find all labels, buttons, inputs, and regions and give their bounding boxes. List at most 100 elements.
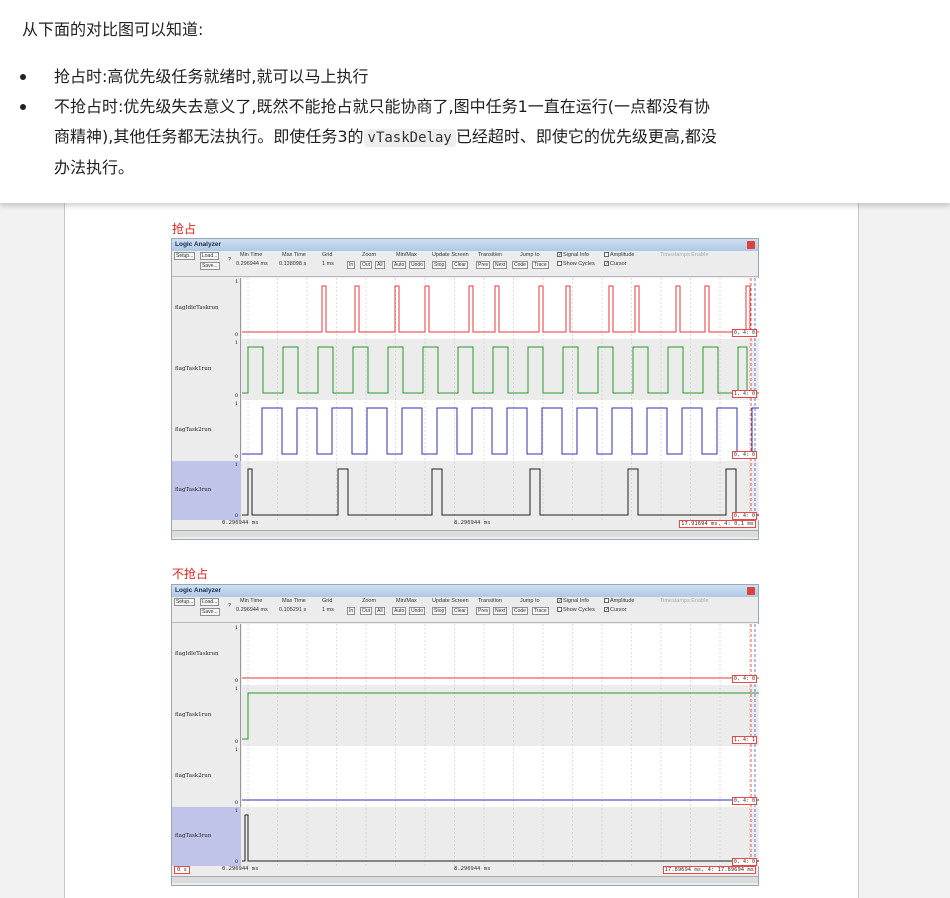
setup-button[interactable]: Setup... [174, 598, 196, 606]
signal-name: flagIdleTaskrun [175, 650, 219, 657]
horizontal-scrollbar[interactable] [172, 876, 758, 883]
setup-button[interactable]: Setup... [174, 252, 196, 260]
cursor-option-text: Cursor [610, 607, 627, 613]
signal-name: flagTask1run [175, 365, 212, 372]
grid-value: 1 ms [322, 261, 334, 267]
high-level-label: 1 [234, 401, 238, 407]
window-titlebar: Logic Analyzer [172, 239, 758, 251]
signal-name: flagTask2run [175, 772, 212, 779]
left-time-value: 0 s [174, 866, 190, 874]
save-button[interactable]: Save... [200, 608, 220, 616]
update-screen-label: Update Screen [432, 252, 469, 258]
signal-name: flagTask3run [175, 486, 212, 493]
low-level-label: 0 [234, 739, 238, 745]
prev-button[interactable]: Prev [476, 261, 491, 269]
stop-button[interactable]: Stop [432, 261, 447, 269]
close-icon[interactable] [747, 241, 755, 249]
undo-button[interactable]: Undo [409, 607, 425, 615]
next-button[interactable]: Next [493, 607, 508, 615]
signal-names: flagIdleTaskrun 1 0 flagTask1run 1 0 flagTask2… [172, 624, 241, 866]
code-button[interactable]: Code [512, 607, 528, 615]
auto-button[interactable]: Auto [392, 607, 407, 615]
cursor-mid-time: 8.296944 ms [454, 520, 491, 526]
lane-value-box: 1, 4: 1 [731, 736, 757, 744]
grid-label: Grid [322, 252, 333, 258]
zoom-out-button[interactable]: Out [360, 607, 373, 615]
lane-background [242, 400, 759, 461]
signal-lane-2[interactable]: flagTask1run 1 0 [172, 685, 241, 746]
amplitude-option-checkbox[interactable] [604, 252, 609, 258]
signal-lane-3[interactable]: flagTask2run 1 0 [172, 400, 241, 461]
signal-info-option[interactable]: ✓Signal Info [557, 598, 589, 604]
show-cycles-option-checkbox[interactable] [557, 261, 562, 267]
help-button[interactable]: ? [228, 603, 231, 609]
signal-lane-3[interactable]: flagTask2run 1 0 [172, 746, 241, 807]
cursor-option-checkbox[interactable]: ✓ [604, 261, 609, 267]
signal-lane-1[interactable]: flagIdleTaskrun 1 0 [172, 624, 241, 685]
code-button[interactable]: Code [512, 261, 528, 269]
max-time-label: Max Time [282, 252, 306, 258]
cursor-option-checkbox[interactable]: ✓ [604, 607, 609, 613]
high-level-label: 1 [234, 625, 238, 631]
update-screen-label: Update Screen [432, 598, 469, 604]
zoom-all-button[interactable]: All [375, 261, 385, 269]
signal-info-option-checkbox[interactable]: ✓ [557, 252, 562, 258]
show-cycles-option[interactable]: Show Cycles [557, 261, 595, 267]
window-title: Logic Analyzer [175, 587, 221, 594]
signal-name: flagTask2run [175, 426, 212, 433]
load-button[interactable]: Load... [200, 598, 220, 606]
clear-button[interactable]: Clear [452, 261, 468, 269]
trace-button[interactable]: Trace [532, 261, 549, 269]
signal-lane-1[interactable]: flagIdleTaskrun 1 0 [172, 278, 241, 339]
zoom-out-button[interactable]: Out [360, 261, 373, 269]
lane-background [242, 278, 759, 339]
cursor-left-time: 0.296944 ms [222, 866, 259, 872]
next-button[interactable]: Next [493, 261, 508, 269]
amplitude-option-checkbox[interactable] [604, 598, 609, 604]
bullet-line-2-post: 已经超时、即使它的优先级更高,都没 [455, 127, 717, 146]
amplitude-option[interactable]: Amplitude [604, 598, 634, 604]
high-level-label: 1 [234, 340, 238, 346]
jump-to-label: Jump to [520, 598, 540, 604]
timestamps-option: Timestamps Enable [660, 252, 709, 258]
lane-background [242, 807, 759, 866]
min-time-value: 0.296944 ms [236, 261, 268, 267]
bullet-line-2: 商精神),其他任务都无法执行。即使任务3的 vTaskDelay 已经超时、即使它的… [40, 122, 940, 153]
help-button[interactable]: ? [228, 257, 231, 263]
prev-button[interactable]: Prev [476, 607, 491, 615]
auto-button[interactable]: Auto [392, 261, 407, 269]
show-cycles-option-checkbox[interactable] [557, 607, 562, 613]
high-level-label: 1 [234, 686, 238, 692]
signal-info-option[interactable]: ✓Signal Info [557, 252, 589, 258]
show-cycles-option[interactable]: Show Cycles [557, 607, 595, 613]
load-button[interactable]: Load... [200, 252, 220, 260]
trace-button[interactable]: Trace [532, 607, 549, 615]
horizontal-scrollbar[interactable] [172, 530, 758, 537]
signal-info-option-checkbox[interactable]: ✓ [557, 598, 562, 604]
waveform-svg [242, 624, 759, 866]
waveform-area: 0, 4: 0 1, 4: 0 0, 4: 0 0, 4: 0 [242, 278, 759, 520]
signal-lane-4[interactable]: flagTask3run 1 0 [172, 461, 241, 520]
cursor-option-text: Cursor [610, 261, 627, 267]
save-button[interactable]: Save... [200, 262, 220, 270]
signal-lane-4[interactable]: flagTask3run 1 0 [172, 807, 241, 866]
close-icon[interactable] [747, 587, 755, 595]
clear-button[interactable]: Clear [452, 607, 468, 615]
high-level-label: 1 [234, 462, 238, 468]
cursor-option[interactable]: ✓Cursor [604, 261, 627, 267]
show-cycles-option-text: Show Cycles [563, 261, 595, 267]
cursor-option[interactable]: ✓Cursor [604, 607, 627, 613]
zoom-in-button[interactable]: In [347, 607, 356, 615]
bullet-text: 抢占时:高优先级任务就绪时,就可以马上执行 [54, 67, 369, 86]
zoom-all-button[interactable]: All [375, 607, 385, 615]
window-titlebar: Logic Analyzer [172, 585, 758, 597]
stop-button[interactable]: Stop [432, 607, 447, 615]
bullet-line-2-pre: 商精神),其他任务都无法执行。即使任务3的 [54, 127, 364, 146]
lane-value-box: 1, 4: 0 [731, 390, 757, 398]
waveform-area: 0, 4: 0 1, 4: 1 0, 4: 0 0, 4: 0 [242, 624, 759, 866]
low-level-label: 0 [234, 800, 238, 806]
signal-lane-2[interactable]: flagTask1run 1 0 [172, 339, 241, 400]
undo-button[interactable]: Undo [409, 261, 425, 269]
amplitude-option[interactable]: Amplitude [604, 252, 634, 258]
zoom-in-button[interactable]: In [347, 261, 356, 269]
